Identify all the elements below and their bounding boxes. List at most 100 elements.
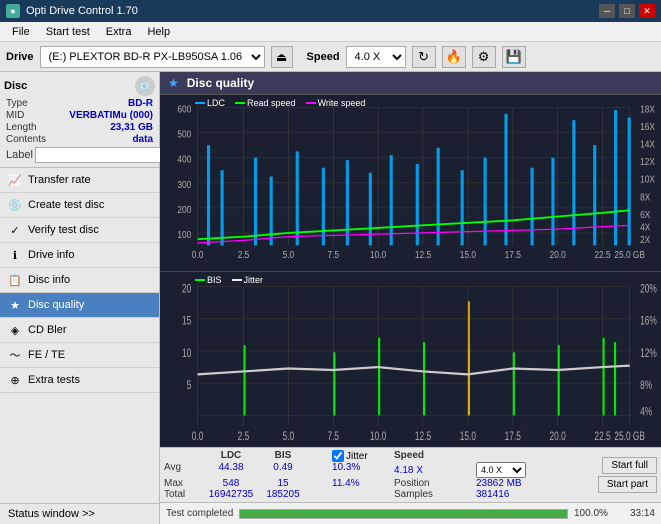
stats-max-bis: 15 [258, 478, 308, 489]
sidebar-item-disc-quality[interactable]: ★ Disc quality [0, 293, 159, 318]
svg-text:12.5: 12.5 [415, 430, 432, 443]
disc-label-input[interactable] [35, 147, 173, 163]
stats-spacer5 [310, 478, 330, 489]
disc-contents-row: Contents data [4, 134, 155, 145]
refresh-button[interactable]: ↻ [412, 46, 436, 68]
stats-avg-label: Avg [164, 462, 204, 478]
svg-text:14X: 14X [640, 139, 655, 150]
disc-label-row: Label ▼ [4, 147, 155, 163]
disc-label-label: Label [6, 149, 33, 161]
jitter-legend-label: Jitter [244, 275, 264, 285]
burn-button[interactable]: 🔥 [442, 46, 466, 68]
sidebar-item-label-transfer-rate: Transfer rate [28, 174, 91, 186]
status-window[interactable]: Status window >> [0, 503, 159, 524]
stats-max-ldc: 548 [206, 478, 256, 489]
stats-speed-val: 4.18 X [394, 465, 423, 476]
main-area: Disc 💿 Type BD-R MID VERBATIMu (000) Len… [0, 72, 661, 524]
svg-text:8%: 8% [640, 379, 652, 392]
fe-te-icon: 〜 [8, 348, 22, 362]
speed-row: 4.18 X [394, 462, 474, 478]
disc-type-value: BD-R [128, 98, 153, 109]
disc-mid-row: MID VERBATIMu (000) [4, 110, 155, 121]
svg-text:15: 15 [182, 315, 192, 328]
stats-spacer [164, 450, 204, 462]
sidebar-item-label-disc-info: Disc info [28, 274, 70, 286]
menu-help[interactable]: Help [139, 25, 178, 39]
disc-type-row: Type BD-R [4, 98, 155, 109]
sidebar: Disc 💿 Type BD-R MID VERBATIMu (000) Len… [0, 72, 160, 524]
start-full-button[interactable]: Start full [602, 457, 657, 474]
sidebar-item-create-test-disc[interactable]: 💿 Create test disc [0, 193, 159, 218]
svg-text:5.0: 5.0 [283, 249, 295, 260]
svg-text:5: 5 [187, 379, 192, 392]
svg-text:15.0: 15.0 [460, 249, 476, 260]
stats-total-label: Total [164, 489, 204, 500]
jitter-checkbox[interactable] [332, 450, 344, 462]
svg-text:100: 100 [177, 229, 191, 240]
minimize-button[interactable]: ─ [599, 4, 615, 18]
svg-text:2X: 2X [640, 234, 650, 245]
disc-panel: Disc 💿 Type BD-R MID VERBATIMu (000) Len… [0, 72, 159, 168]
stats-speed-select[interactable]: 4.0 X [476, 462, 526, 478]
progress-bar-fill [240, 510, 567, 518]
svg-text:200: 200 [177, 204, 191, 215]
stats-avg-bis: 0.49 [258, 462, 308, 478]
stats-avg-jitter: 10.3% [332, 462, 392, 478]
stats-spacer6 [310, 489, 330, 500]
samples-label: Samples [394, 489, 433, 500]
disc-type-label: Type [6, 98, 28, 109]
svg-text:0.0: 0.0 [192, 430, 204, 443]
speed-select[interactable]: 4.0 X 1.0 X 2.0 X 6.0 X 8.0 X [346, 46, 406, 68]
disc-length-label: Length [6, 122, 37, 133]
svg-text:2.5: 2.5 [238, 249, 250, 260]
svg-text:22.5: 22.5 [594, 430, 611, 443]
stats-spacer4 [310, 462, 330, 478]
verify-test-disc-icon: ✓ [8, 223, 22, 237]
svg-text:4%: 4% [640, 406, 652, 419]
eject-button[interactable]: ⏏ [271, 46, 293, 68]
disc-header: Disc 💿 [4, 76, 155, 96]
settings-button[interactable]: ⚙ [472, 46, 496, 68]
position-val: 23862 MB [476, 478, 556, 489]
disc-contents-value: data [132, 134, 153, 145]
speed-label: Speed [307, 51, 340, 63]
drive-select[interactable]: (E:) PLEXTOR BD-R PX-LB950SA 1.06 [40, 46, 265, 68]
sidebar-item-transfer-rate[interactable]: 📈 Transfer rate [0, 168, 159, 193]
sidebar-item-label-verify-test-disc: Verify test disc [28, 224, 99, 236]
samples-row: Samples [394, 489, 474, 500]
drive-info-icon: ℹ [8, 248, 22, 262]
samples-val: 381416 [476, 489, 556, 500]
menu-extra[interactable]: Extra [98, 25, 140, 39]
maximize-button[interactable]: □ [619, 4, 635, 18]
create-test-disc-icon: 💿 [8, 198, 22, 212]
sidebar-item-extra-tests[interactable]: ⊕ Extra tests [0, 368, 159, 393]
svg-text:12X: 12X [640, 157, 655, 168]
bis-legend-label: BIS [207, 275, 222, 285]
position-label: Position [394, 478, 430, 489]
stats-spacer3 [476, 450, 556, 462]
sidebar-item-disc-info[interactable]: 📋 Disc info [0, 268, 159, 293]
svg-text:18X: 18X [640, 104, 655, 115]
svg-text:8X: 8X [640, 192, 650, 203]
stats-header-ldc: LDC [206, 450, 256, 462]
save-button[interactable]: 💾 [502, 46, 526, 68]
start-part-button[interactable]: Start part [598, 476, 657, 493]
sidebar-item-fe-te[interactable]: 〜 FE / TE [0, 343, 159, 368]
svg-text:2.5: 2.5 [238, 430, 250, 443]
status-window-label: Status window >> [8, 508, 95, 520]
stats-bar: LDC BIS Jitter Speed Avg 44.38 0.49 10.3… [160, 447, 661, 502]
sidebar-item-verify-test-disc[interactable]: ✓ Verify test disc [0, 218, 159, 243]
svg-text:10: 10 [182, 347, 192, 360]
sidebar-item-cd-bler[interactable]: ◈ CD Bler [0, 318, 159, 343]
svg-text:10.0: 10.0 [370, 430, 387, 443]
read-speed-legend-label: Read speed [247, 98, 296, 108]
stats-max-jitter: 11.4% [332, 478, 392, 489]
sidebar-item-drive-info[interactable]: ℹ Drive info [0, 243, 159, 268]
svg-text:22.5: 22.5 [594, 249, 610, 260]
close-button[interactable]: ✕ [639, 4, 655, 18]
app-icon: ● [6, 4, 20, 18]
menu-file[interactable]: File [4, 25, 38, 39]
menu-start-test[interactable]: Start test [38, 25, 98, 39]
svg-text:16%: 16% [640, 315, 657, 328]
svg-text:17.5: 17.5 [505, 430, 522, 443]
